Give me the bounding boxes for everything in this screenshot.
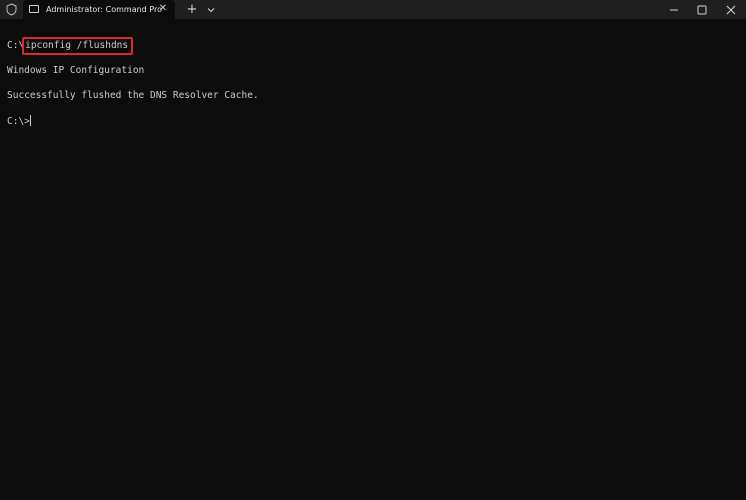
terminal-window: Administrator: Command Pro ✕ + C:\ipconf xyxy=(0,0,746,500)
minimize-button[interactable] xyxy=(660,1,688,18)
dropdown-button[interactable] xyxy=(203,1,219,18)
text-cursor xyxy=(29,115,31,126)
maximize-icon xyxy=(697,5,707,14)
close-window-button[interactable] xyxy=(716,1,746,18)
prompt-line[interactable]: C:\> xyxy=(7,115,31,128)
command-text: ipconfig /flushdns xyxy=(25,40,129,51)
tab-command-prompt[interactable]: Administrator: Command Pro ✕ xyxy=(23,0,175,19)
minimize-icon xyxy=(670,9,678,10)
output-line: Windows IP Configuration xyxy=(7,65,145,76)
close-icon[interactable]: ✕ xyxy=(157,3,169,15)
title-bar[interactable]: Administrator: Command Pro ✕ + xyxy=(0,0,746,19)
tab-title: Administrator: Command Pro xyxy=(46,5,162,14)
command-line: C:\ipconfig /flushdns xyxy=(7,37,134,55)
shield-icon xyxy=(6,3,17,16)
maximize-button[interactable] xyxy=(688,1,716,18)
prompt: C:\> xyxy=(7,116,30,127)
terminal-icon xyxy=(29,5,39,13)
chevron-down-icon xyxy=(207,7,215,12)
output-line: Successfully flushed the DNS Resolver Ca… xyxy=(7,90,259,101)
close-icon xyxy=(726,5,736,14)
new-tab-button[interactable]: + xyxy=(184,1,200,18)
command-highlight: ipconfig /flushdns xyxy=(22,37,134,55)
terminal-output[interactable]: C:\ipconfig /flushdns Windows IP Configu… xyxy=(0,19,746,500)
